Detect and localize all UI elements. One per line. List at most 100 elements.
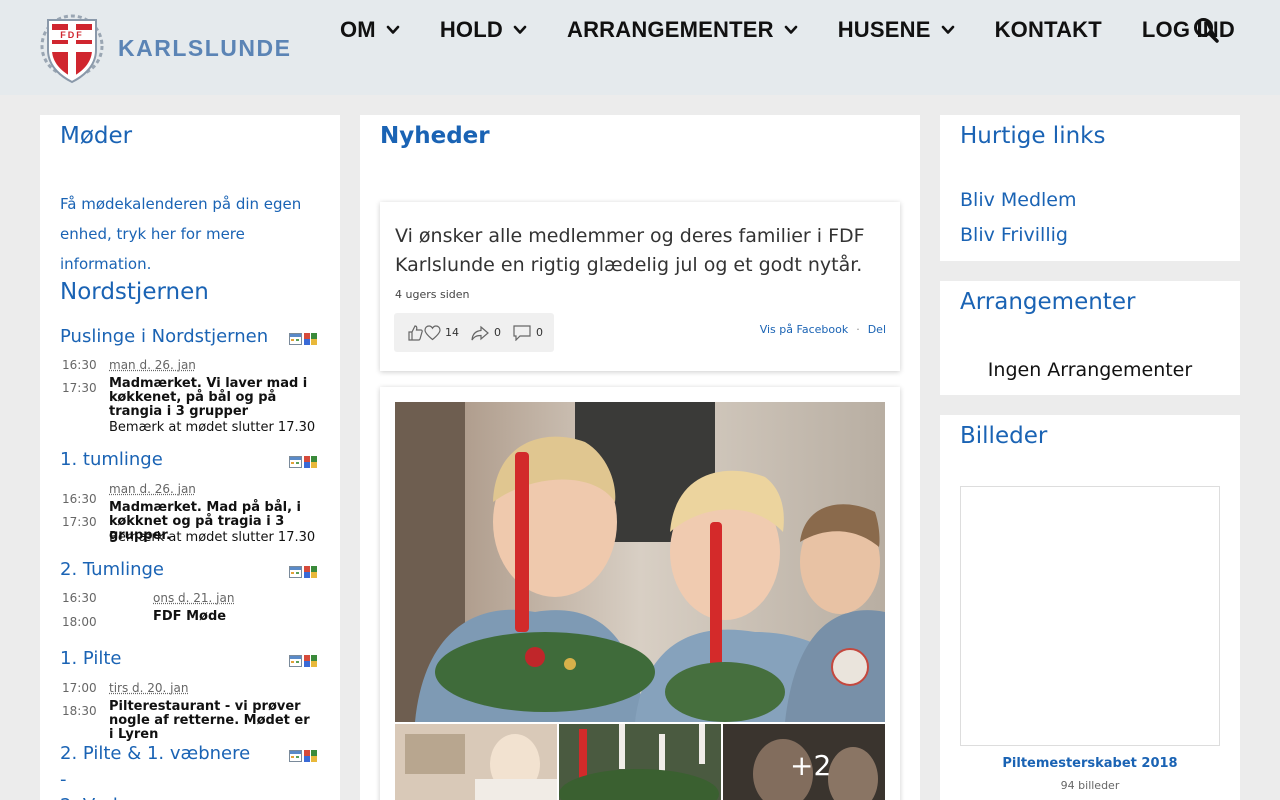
album-count: 94 billeder xyxy=(940,779,1240,792)
comments-counter[interactable]: 0 xyxy=(513,325,543,341)
nav-item-label: OM xyxy=(340,17,376,43)
event-note: Bemærk at mødet slutter 17.30 xyxy=(109,420,315,435)
nav-item-hold[interactable]: HOLD xyxy=(440,17,527,43)
nav-item-husene[interactable]: HUSENE xyxy=(838,17,955,43)
calendar-export-icons xyxy=(289,330,317,342)
share-link[interactable]: Del xyxy=(868,323,886,336)
thumbnail-photo-1 xyxy=(395,724,557,800)
post-text: Vi ønsker alle medlemmer og deres famili… xyxy=(395,222,865,280)
share-icon xyxy=(471,325,489,341)
news-title: Nyheder xyxy=(380,123,490,149)
search-button[interactable] xyxy=(1193,17,1219,43)
post-main-photo[interactable] xyxy=(395,402,885,722)
nav-item-kontakt[interactable]: KONTAKT xyxy=(995,17,1102,43)
calendar-export-icons xyxy=(289,652,317,664)
ical-icon[interactable] xyxy=(289,652,302,664)
group-title[interactable]: 2. Tumlinge xyxy=(60,559,164,580)
event-title[interactable]: FDF Møde xyxy=(153,610,358,624)
section-title-nordstjernen: Nordstjernen xyxy=(60,279,209,305)
event-date: tirs d. 20. jan xyxy=(109,681,188,695)
ical-icon[interactable] xyxy=(289,330,302,342)
gallery-title: Billeder xyxy=(960,423,1047,449)
event-end-time: 17:30 xyxy=(62,381,97,395)
group-title[interactable]: 2. Væbner xyxy=(60,795,154,800)
google-calendar-icon[interactable] xyxy=(304,330,317,342)
shares-counter[interactable]: 0 xyxy=(471,325,501,341)
nav-item-label: LOG IND xyxy=(1142,17,1235,43)
post-actions: Vis på Facebook · Del xyxy=(760,323,886,336)
calendar-export-icons xyxy=(289,563,317,575)
album-cover[interactable] xyxy=(960,486,1220,746)
children-with-candles-photo xyxy=(395,402,885,722)
event-end-time: 17:30 xyxy=(62,515,97,529)
likes-count: 14 xyxy=(445,326,459,339)
nav-item-label: KONTAKT xyxy=(995,17,1102,43)
chevron-down-icon xyxy=(941,23,955,37)
quick-links-title: Hurtige links xyxy=(960,123,1105,149)
ical-icon[interactable] xyxy=(289,747,302,759)
shares-count: 0 xyxy=(494,326,501,339)
event-start-time: 16:30 xyxy=(62,591,97,605)
more-photos-count: +2 xyxy=(790,749,831,782)
nav-item-label: HUSENE xyxy=(838,17,931,43)
quick-link-become-volunteer[interactable]: Bliv Frivillig xyxy=(960,224,1068,246)
google-calendar-icon[interactable] xyxy=(304,453,317,465)
event-end-time: 18:30 xyxy=(62,704,97,718)
group-title[interactable]: 2. Pilte & 1. væbnere xyxy=(60,743,250,764)
group-title[interactable]: Puslinge i Nordstjernen xyxy=(60,326,268,347)
nav-item-label: ARRANGEMENTER xyxy=(567,17,774,43)
site-header: FDF KARLSLUNDE OM HOLD ARRANGEMENTER HUSENE… xyxy=(0,0,1280,95)
events-panel: Arrangementer Ingen Arrangementer xyxy=(940,281,1240,395)
nav-item-label: HOLD xyxy=(440,17,503,43)
event-title[interactable]: Pilterestaurant - vi prøver nogle af ret… xyxy=(109,700,314,742)
separator: · xyxy=(856,323,860,336)
gallery-panel: Billeder Piltemesterskabet 2018 94 bille… xyxy=(940,415,1240,800)
google-calendar-icon[interactable] xyxy=(304,747,317,759)
calendar-export-icons xyxy=(289,453,317,465)
chevron-down-icon xyxy=(386,23,400,37)
event-date: ons d. 21. jan xyxy=(153,591,234,605)
post-age: 4 ugers siden xyxy=(395,288,469,301)
photo-post: +2 xyxy=(380,387,900,800)
photo-thumbnail[interactable] xyxy=(559,724,721,800)
nav-item-om[interactable]: OM xyxy=(340,17,400,43)
event-end-time: 18:00 xyxy=(62,615,97,629)
event-start-time: 17:00 xyxy=(62,681,97,695)
news-post: Vi ønsker alle medlemmer og deres famili… xyxy=(380,202,900,371)
google-calendar-icon[interactable] xyxy=(304,652,317,664)
event-date: man d. 26. jan xyxy=(109,358,196,372)
news-panel: Nyheder Vi ønsker alle medlemmer og dere… xyxy=(360,115,920,800)
event-start-time: 16:30 xyxy=(62,492,97,506)
ical-icon[interactable] xyxy=(289,453,302,465)
site-logo[interactable]: FDF KARLSLUNDE xyxy=(40,10,291,86)
events-title: Arrangementer xyxy=(960,289,1135,315)
quick-link-become-member[interactable]: Bliv Medlem xyxy=(960,189,1077,211)
photo-thumbnail[interactable] xyxy=(395,724,557,800)
thumbs-up-icon xyxy=(407,325,423,341)
event-date: man d. 26. jan xyxy=(109,482,196,496)
chevron-down-icon xyxy=(784,23,798,37)
main-nav: OM HOLD ARRANGEMENTER HUSENE KONTAKT LOG IND xyxy=(340,14,1275,46)
google-calendar-icon[interactable] xyxy=(304,563,317,575)
event-start-time: 16:30 xyxy=(62,358,97,372)
nav-item-arrangementer[interactable]: ARRANGEMENTER xyxy=(567,17,798,43)
heart-icon xyxy=(424,325,441,341)
comments-count: 0 xyxy=(536,326,543,339)
reactions-bar: 14 0 0 xyxy=(394,313,554,352)
likes-counter[interactable]: 14 xyxy=(407,325,459,341)
album-title[interactable]: Piltemesterskabet 2018 xyxy=(940,756,1240,771)
group-title[interactable]: 1. Pilte xyxy=(60,648,122,669)
calendar-subscribe-link[interactable]: Få mødekalenderen på din egen enhed, try… xyxy=(60,189,325,279)
group-title[interactable]: 1. tumlinge xyxy=(60,449,163,470)
fdf-shield-logo-icon: FDF xyxy=(40,10,104,86)
event-title[interactable]: Madmærket. Vi laver mad i køkkenet, på b… xyxy=(109,377,314,419)
view-on-facebook-link[interactable]: Vis på Facebook xyxy=(760,323,848,336)
ical-icon[interactable] xyxy=(289,563,302,575)
search-icon xyxy=(1193,17,1219,43)
calendar-export-icons xyxy=(289,747,317,759)
group-title[interactable]: - xyxy=(60,769,67,790)
no-events-message: Ingen Arrangementer xyxy=(940,359,1240,381)
meetings-title: Møder xyxy=(60,123,132,149)
nav-item-log-ind[interactable]: LOG IND xyxy=(1142,17,1235,43)
thumbnail-photo-2 xyxy=(559,724,721,800)
